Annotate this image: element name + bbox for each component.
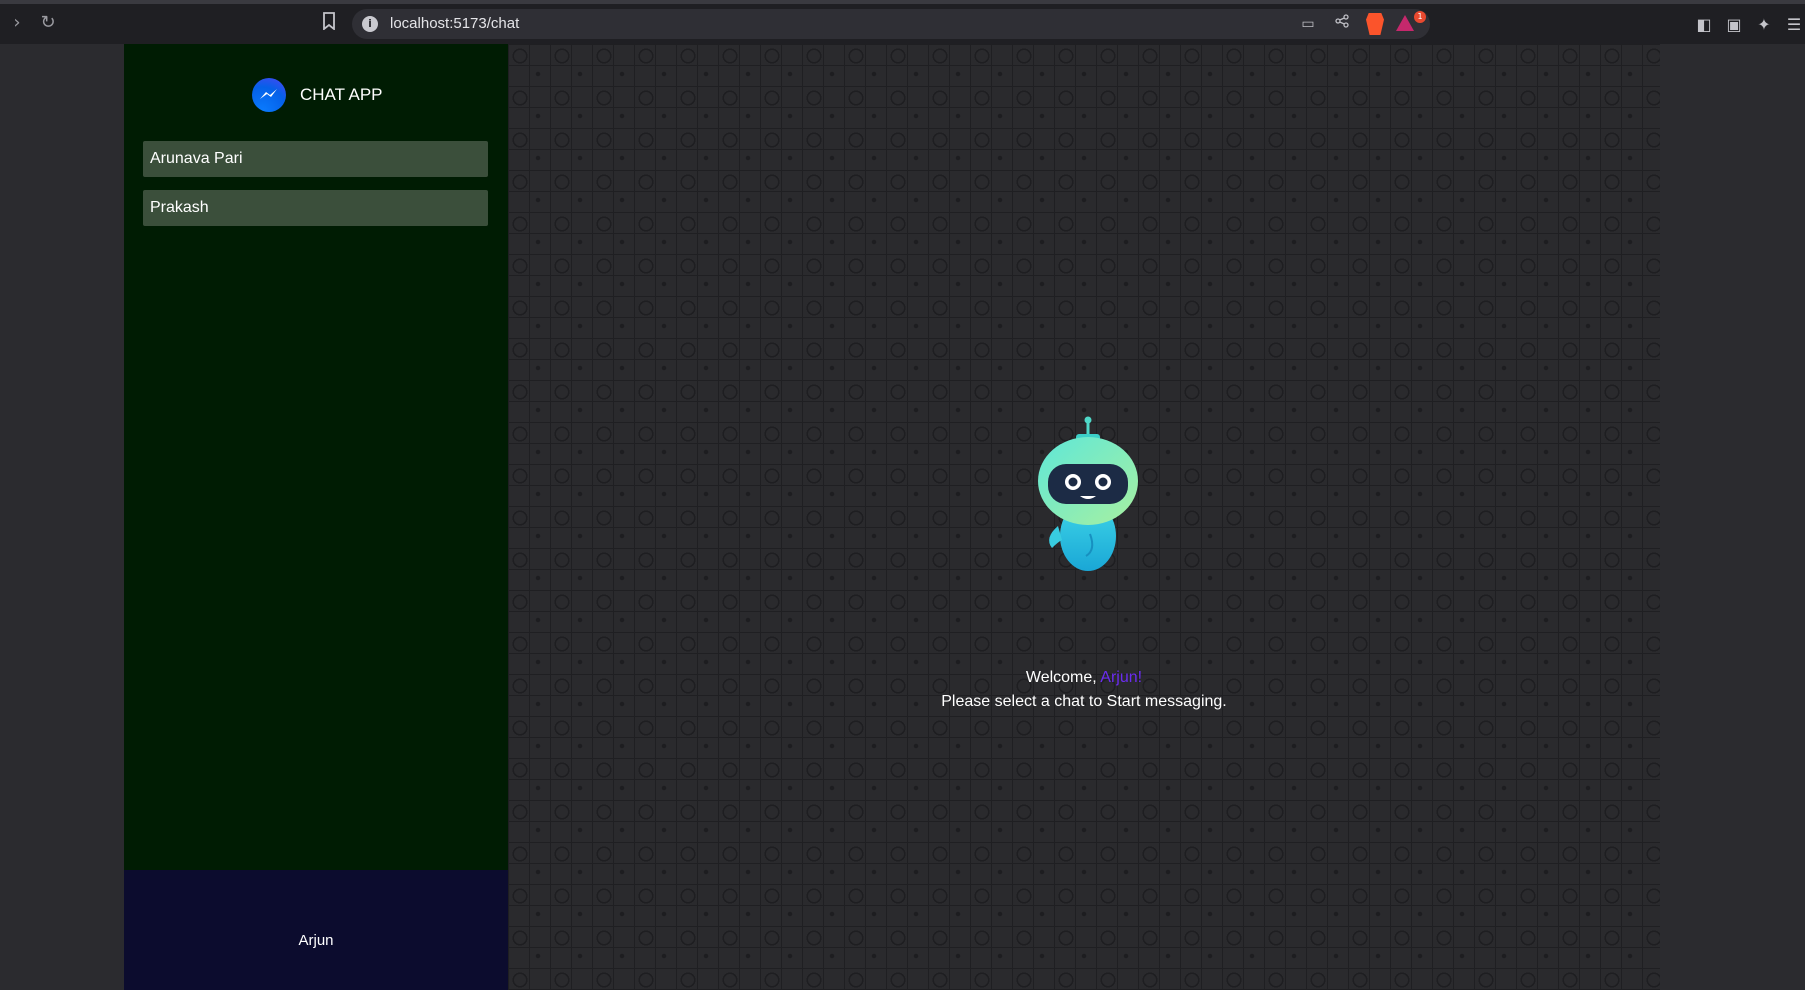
url-text[interactable]: localhost:5173/chat xyxy=(390,15,519,32)
cast-icon[interactable]: ▭ xyxy=(1298,14,1318,34)
chat-placeholder-area: Welcome, Arjun! Please select a chat to … xyxy=(508,44,1660,990)
share-icon[interactable] xyxy=(1332,14,1352,34)
welcome-line: Welcome, Arjun! xyxy=(508,666,1660,690)
wallet-icon[interactable]: ▣ xyxy=(1724,15,1744,35)
messenger-logo-icon xyxy=(252,78,286,112)
bookmark-icon[interactable] xyxy=(318,12,340,34)
site-info-icon[interactable]: i xyxy=(362,16,378,32)
current-user-panel: Arjun xyxy=(124,870,508,990)
chat-list-item[interactable]: Arunava Pari xyxy=(143,141,488,177)
welcome-prefix: Welcome, xyxy=(1025,669,1101,686)
rewards-badge: 1 xyxy=(1414,11,1426,23)
brave-rewards-icon[interactable] xyxy=(1396,15,1414,31)
welcome-instruction: Please select a chat to Start messaging. xyxy=(941,693,1227,710)
current-user-name: Arjun xyxy=(298,932,334,949)
robot-illustration xyxy=(1038,416,1138,571)
sidebar: CHAT APP Arunava Pari Prakash xyxy=(124,44,508,870)
leo-ai-icon[interactable]: ✦ xyxy=(1754,15,1774,35)
sidebar-toggle-icon[interactable]: ◧ xyxy=(1694,15,1714,35)
welcome-user-name: Arjun! xyxy=(1100,669,1143,686)
reload-icon[interactable]: ↻ xyxy=(37,12,59,34)
chat-list-item[interactable]: Prakash xyxy=(143,190,488,226)
menu-icon[interactable]: ☰ xyxy=(1784,15,1804,35)
app-title: CHAT APP xyxy=(300,85,383,104)
welcome-message: Welcome, Arjun! Please select a chat to … xyxy=(508,666,1660,714)
forward-icon[interactable]: › xyxy=(6,12,28,34)
browser-toolbar: › ↻ i localhost:5173/chat ▭ 1 ◧ ▣ ✦ ☰ xyxy=(0,0,1805,44)
address-bar[interactable]: i localhost:5173/chat ▭ 1 xyxy=(352,9,1430,39)
page-right-gutter xyxy=(1660,44,1805,990)
brave-shields-icon[interactable] xyxy=(1366,13,1384,35)
